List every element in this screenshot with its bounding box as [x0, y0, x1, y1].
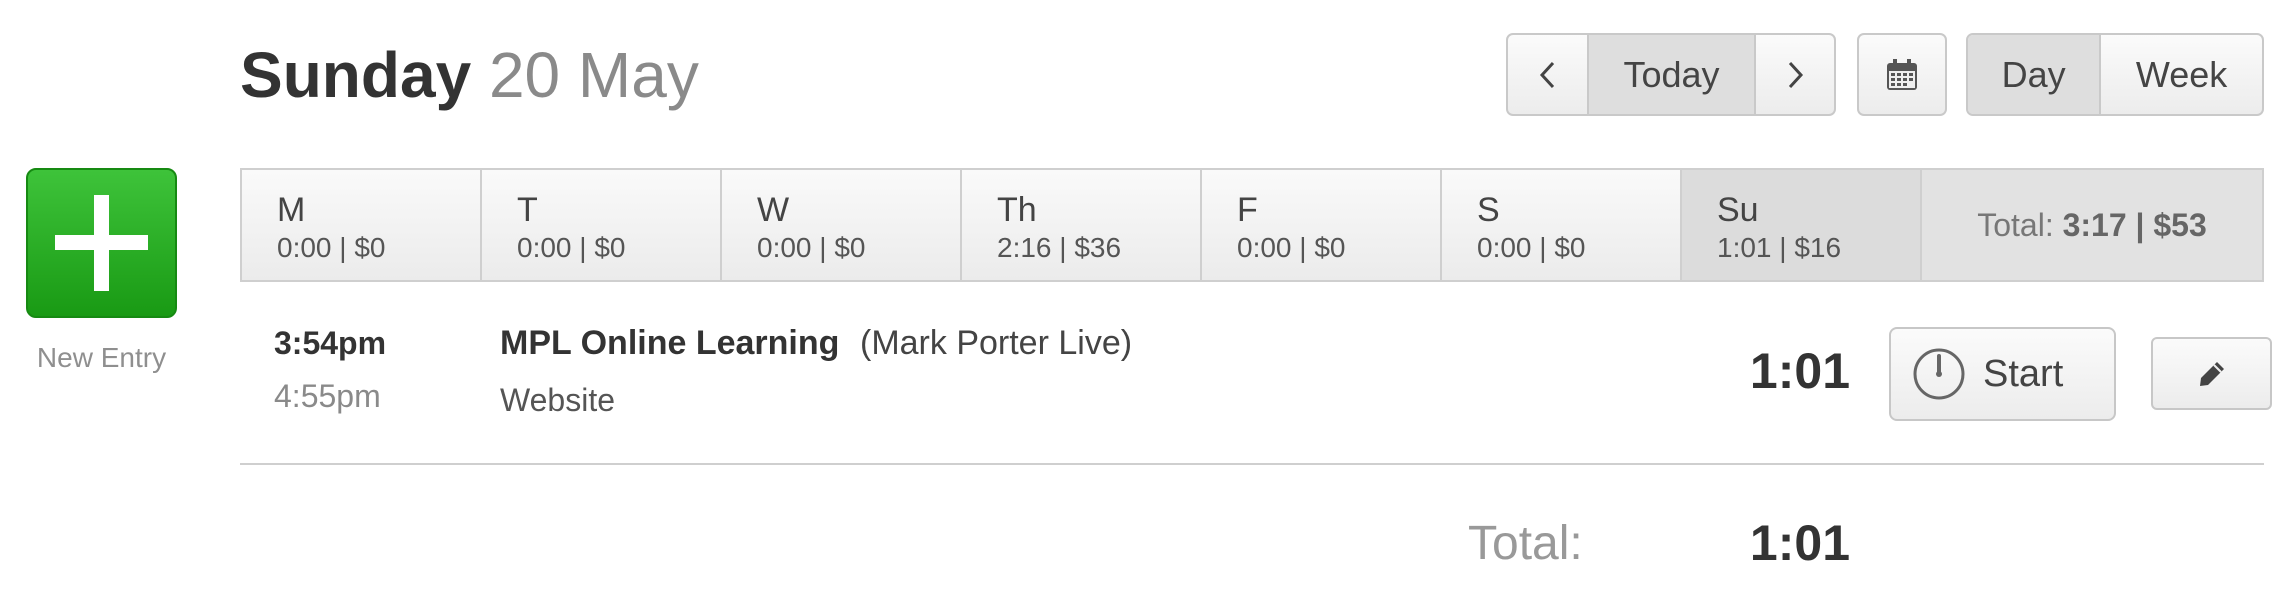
entry-client: (Mark Porter Live) [860, 324, 1133, 362]
pencil-icon [2199, 361, 2224, 386]
date-navigation: Today [1506, 33, 1836, 116]
week-day-stats: 0:00 | $0 [1237, 232, 1346, 263]
week-day-label: M [277, 191, 306, 229]
week-day-stats: 1:01 | $16 [1717, 232, 1842, 263]
entry-duration: 1:01 [1749, 343, 1850, 399]
week-day-stats: 0:00 | $0 [277, 232, 386, 263]
calendar-button[interactable] [1857, 33, 1947, 116]
start-button-label: Start [1983, 352, 2064, 395]
week-day-thursday[interactable]: Th 2:16 | $36 [962, 170, 1202, 280]
calendar-button-inner [1859, 35, 1945, 114]
page-title: Sunday 20 May [240, 36, 699, 114]
week-day-label: S [1477, 191, 1500, 229]
view-week-button[interactable]: Week [2099, 35, 2262, 114]
day-total-label: Total: [1468, 517, 1583, 570]
view-day-button[interactable]: Day [1968, 35, 2100, 114]
new-entry-button[interactable] [26, 168, 177, 318]
week-total: Total: 3:17 | $53 [1922, 170, 2262, 280]
week-total-value: 3:17 | $53 [2062, 206, 2207, 243]
week-total-label: Total: [1977, 206, 2054, 243]
entry-task: Website [500, 382, 616, 418]
week-day-monday[interactable]: M 0:00 | $0 [242, 170, 482, 280]
week-day-friday[interactable]: F 0:00 | $0 [1202, 170, 1442, 280]
view-toggle: Day Week [1966, 33, 2264, 116]
week-day-label: T [517, 191, 538, 229]
week-day-stats: 0:00 | $0 [517, 232, 626, 263]
week-day-label: F [1237, 191, 1258, 229]
week-day-stats: 0:00 | $0 [757, 232, 866, 263]
entry-end-time: 4:55pm [274, 378, 381, 414]
week-day-saturday[interactable]: S 0:00 | $0 [1442, 170, 1682, 280]
entry-start-time: 3:54pm [274, 325, 387, 361]
start-timer-button[interactable]: Start [1889, 327, 2116, 421]
week-day-stats: 0:00 | $0 [1477, 232, 1586, 263]
week-day-label: Su [1717, 191, 1759, 229]
page-title-date: 20 May [488, 39, 699, 111]
chevron-right-icon [1788, 61, 1804, 88]
previous-day-button[interactable] [1508, 35, 1587, 114]
week-summary: M 0:00 | $0 T 0:00 | $0 W 0:00 | $0 Th 2… [240, 168, 2264, 282]
week-day-stats: 2:16 | $36 [997, 232, 1122, 263]
week-day-tuesday[interactable]: T 0:00 | $0 [482, 170, 722, 280]
chevron-left-icon [1539, 61, 1554, 88]
new-entry-label: New Entry [36, 342, 167, 373]
day-total-value: 1:01 [1749, 515, 1850, 571]
plus-icon-bar [55, 235, 148, 250]
divider [240, 463, 2264, 465]
week-day-label: Th [997, 191, 1037, 229]
stopwatch-icon [1913, 348, 1965, 400]
next-day-button[interactable] [1753, 35, 1834, 114]
week-day-label: W [757, 191, 790, 229]
calendar-icon [1887, 58, 1917, 90]
edit-entry-button[interactable] [2151, 337, 2272, 410]
today-button[interactable]: Today [1587, 35, 1754, 114]
page-title-day: Sunday [240, 39, 472, 111]
week-day-sunday[interactable]: Su 1:01 | $16 [1682, 170, 1922, 280]
entry-project: MPL Online Learning [500, 324, 840, 362]
week-day-wednesday[interactable]: W 0:00 | $0 [722, 170, 962, 280]
